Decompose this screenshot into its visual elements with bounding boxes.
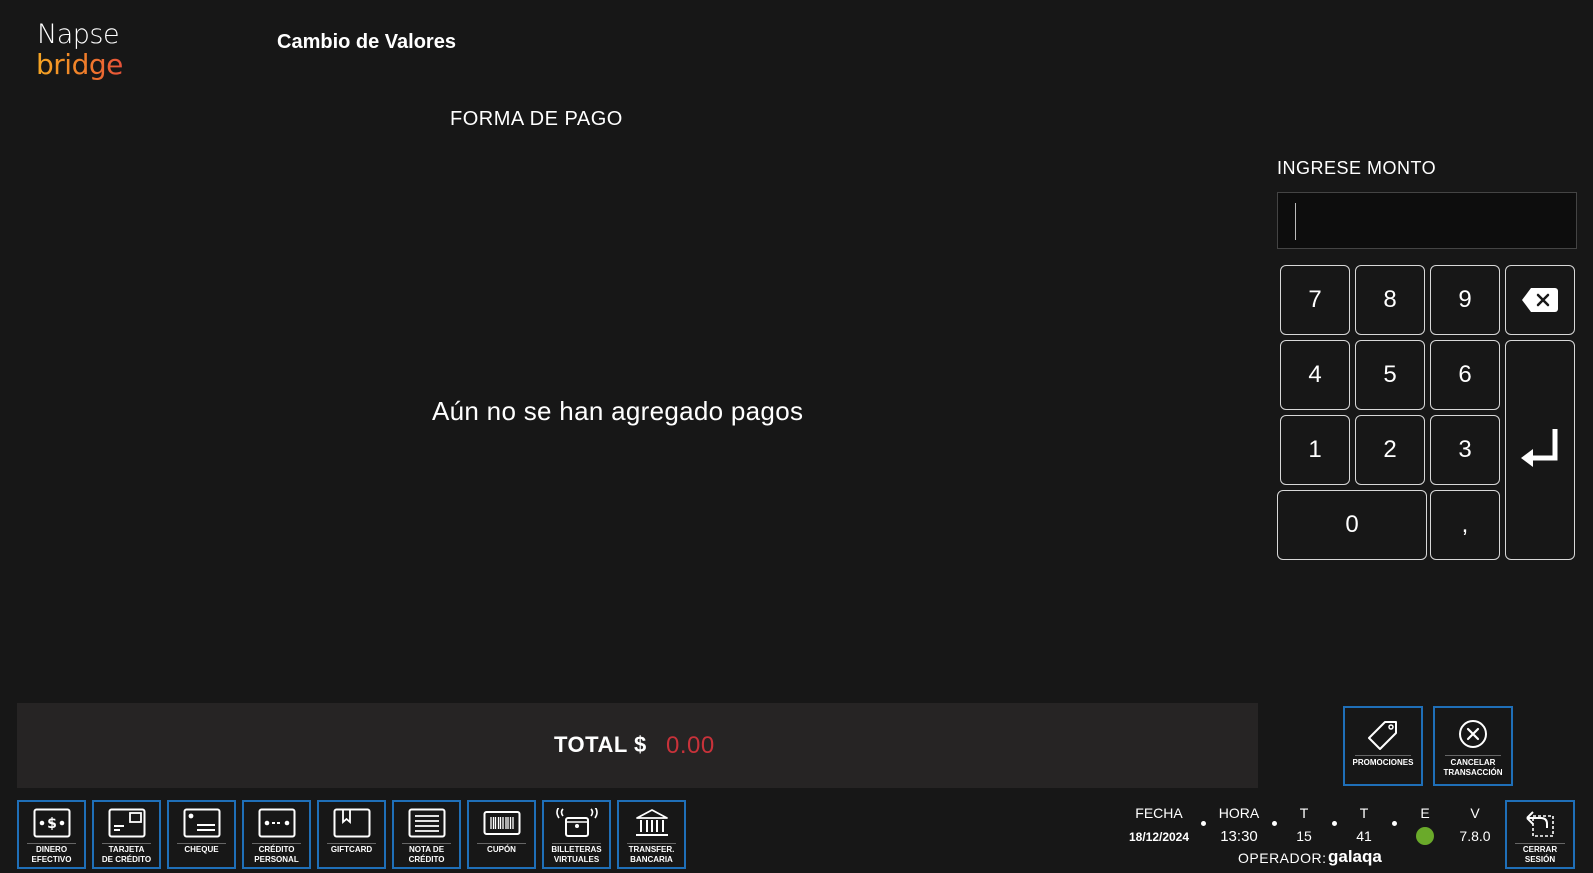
- payment-cash-label: DINERO EFECTIVO: [31, 845, 72, 864]
- key-8[interactable]: 8: [1355, 265, 1425, 335]
- tag-icon: [1368, 721, 1397, 750]
- payment-personal-credit-label: CRÉDITO PERSONAL: [254, 845, 299, 864]
- payment-giftcard-label: GIFTCARD: [330, 845, 373, 854]
- logo-bridge: bridge: [36, 48, 123, 81]
- backspace-icon: [1522, 288, 1558, 312]
- payment-cash-button[interactable]: $ DINERO EFECTIVO: [17, 800, 86, 869]
- payment-coupon-label: CUPÓN: [487, 845, 516, 854]
- section-title-payment-method: FORMA DE PAGO: [450, 108, 623, 130]
- key-9[interactable]: 9: [1430, 265, 1500, 335]
- total-label: TOTAL $: [554, 732, 647, 757]
- key-2[interactable]: 2: [1355, 415, 1425, 485]
- text-caret: [1295, 203, 1296, 240]
- status-indicator-dot: [1416, 827, 1434, 845]
- svg-text:$: $: [47, 816, 57, 832]
- status-version-label: V: [1470, 805, 1480, 821]
- promotions-label: PROMOCIONES: [1352, 758, 1414, 767]
- logout-label: CERRAR SESIÓN: [1522, 845, 1558, 864]
- status-version-value: 7.8.0: [1459, 828, 1491, 844]
- payment-giftcard-button[interactable]: GIFTCARD: [317, 800, 386, 869]
- promotions-button[interactable]: PROMOCIONES: [1343, 706, 1423, 786]
- payment-virtual-wallets-button[interactable]: BILLETERAS VIRTUALES: [542, 800, 611, 869]
- status-date-value: 18/12/2024: [1128, 830, 1190, 844]
- cash-icon: $: [33, 808, 70, 838]
- key-1[interactable]: 1: [1280, 415, 1350, 485]
- payment-credit-card-label: TARJETA DE CRÉDITO: [101, 845, 152, 864]
- payment-coupon-button[interactable]: CUPÓN: [467, 800, 536, 869]
- operator-label: OPERADOR:: [1238, 850, 1327, 866]
- coupon-barcode-icon: [483, 811, 520, 835]
- cancel-circle-icon: [1459, 720, 1487, 748]
- payment-bank-transfer-button[interactable]: TRANSFER. BANCARIA: [617, 800, 686, 869]
- giftcard-icon: [333, 808, 370, 838]
- cancel-transaction-button[interactable]: CANCELAR TRANSACCIÓN: [1433, 706, 1513, 786]
- operator-value: galaqa: [1328, 847, 1382, 866]
- logout-button[interactable]: CERRAR SESIÓN: [1505, 800, 1575, 869]
- key-6[interactable]: 6: [1430, 340, 1500, 410]
- key-7[interactable]: 7: [1280, 265, 1350, 335]
- key-3[interactable]: 3: [1430, 415, 1500, 485]
- payment-check-button[interactable]: CHEQUE: [167, 800, 236, 869]
- key-0[interactable]: 0: [1277, 490, 1427, 560]
- amount-input[interactable]: [1277, 192, 1577, 249]
- key-5[interactable]: 5: [1355, 340, 1425, 410]
- cancel-transaction-label: CANCELAR TRANSACCIÓN: [1443, 758, 1503, 777]
- wallet-icon: [555, 808, 598, 837]
- payment-credit-note-label: NOTA DE CRÉDITO: [408, 845, 445, 864]
- check-icon: [183, 808, 220, 838]
- credit-card-icon: [108, 808, 145, 838]
- key-4[interactable]: 4: [1280, 340, 1350, 410]
- amount-label: INGRESE MONTO: [1277, 158, 1437, 178]
- status-t2-value: 41: [1356, 828, 1372, 844]
- logout-icon: [1526, 811, 1554, 837]
- key-comma[interactable]: ,: [1430, 490, 1500, 560]
- payment-credit-card-button[interactable]: TARJETA DE CRÉDITO: [92, 800, 161, 869]
- logo-napse: Napse: [37, 19, 120, 50]
- payment-bank-transfer-label: TRANSFER. BANCARIA: [628, 845, 675, 864]
- payment-personal-credit-button[interactable]: CRÉDITO PERSONAL: [242, 800, 311, 869]
- bank-icon: [635, 809, 668, 836]
- payment-credit-note-button[interactable]: NOTA DE CRÉDITO: [392, 800, 461, 869]
- status-date-label: FECHA: [1135, 805, 1183, 821]
- backspace-button[interactable]: [1505, 265, 1575, 335]
- enter-icon: [1521, 429, 1558, 467]
- payment-check-label: CHEQUE: [184, 845, 219, 854]
- total-value: 0.00: [666, 732, 715, 759]
- personal-credit-icon: [258, 808, 295, 838]
- page-title: Cambio de Valores: [277, 31, 456, 53]
- enter-button[interactable]: [1505, 340, 1575, 560]
- empty-payments-message: Aún no se han agregado pagos: [432, 396, 804, 426]
- payment-virtual-wallets-label: BILLETERAS VIRTUALES: [551, 845, 602, 864]
- credit-note-icon: [408, 808, 445, 838]
